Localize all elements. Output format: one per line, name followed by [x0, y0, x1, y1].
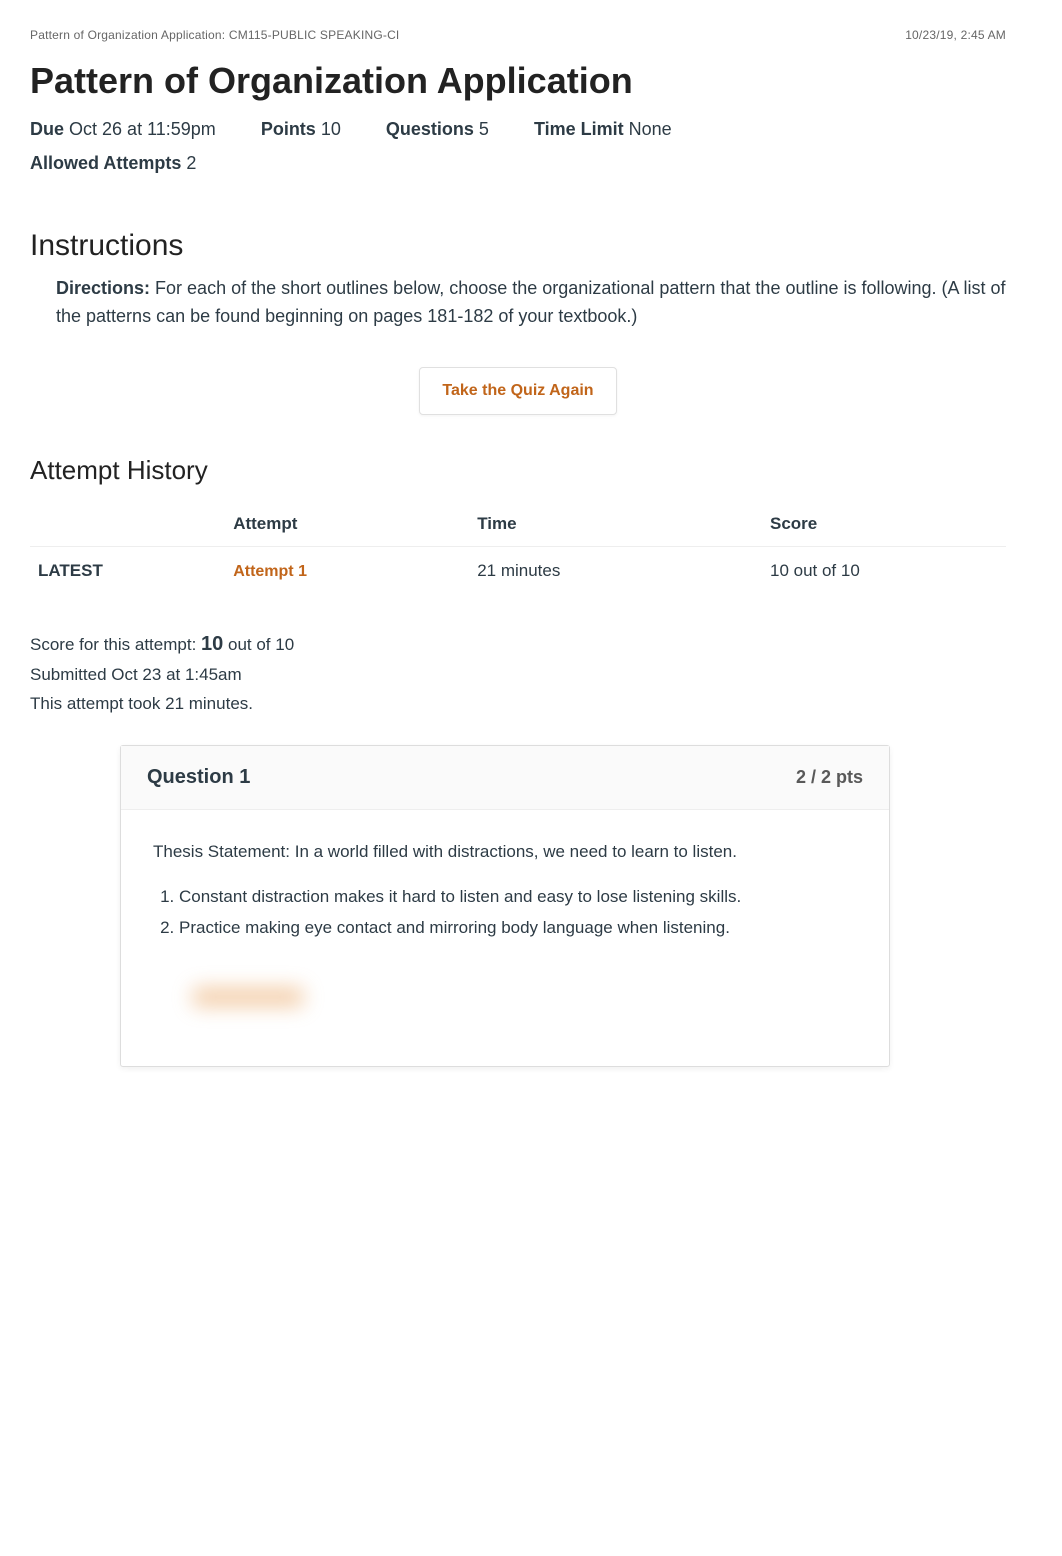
meta-points-value: 10	[321, 119, 341, 139]
duration-line: This attempt took 21 minutes.	[30, 690, 1006, 719]
meta-questions-label: Questions	[386, 119, 474, 139]
instructions-heading: Instructions	[30, 229, 1006, 263]
col-blank	[30, 504, 225, 547]
question-body: Thesis Statement: In a world filled with…	[121, 810, 889, 1066]
list-item: Constant distraction makes it hard to li…	[179, 883, 857, 910]
quiz-meta: Due Oct 26 at 11:59pm Points 10 Question…	[30, 112, 1006, 180]
question-points: 2 / 2 pts	[796, 767, 863, 788]
attempt-link[interactable]: Attempt 1	[233, 563, 307, 580]
question-card: Question 1 2 / 2 pts Thesis Statement: I…	[120, 745, 890, 1067]
col-score: Score	[762, 504, 1006, 547]
meta-timelimit-value: None	[629, 119, 672, 139]
meta-attempts-label: Allowed Attempts	[30, 153, 181, 173]
question-header: Question 1 2 / 2 pts	[121, 746, 889, 810]
score-value: 10	[201, 633, 223, 655]
attempt-history-table: Attempt Time Score LATEST Attempt 1 21 m…	[30, 504, 1006, 595]
meta-due: Due Oct 26 at 11:59pm	[30, 112, 216, 146]
attempt-time: 21 minutes	[469, 547, 762, 596]
latest-badge: LATEST	[30, 547, 225, 596]
instructions-text: For each of the short outlines below, ch…	[56, 278, 1006, 326]
attempt-history-heading: Attempt History	[30, 455, 1006, 486]
meta-points: Points 10	[261, 112, 341, 146]
header-left: Pattern of Organization Application: CM1…	[30, 28, 399, 42]
list-item: Practice making eye contact and mirrorin…	[179, 914, 857, 941]
meta-attempts: Allowed Attempts 2	[30, 146, 196, 180]
meta-points-label: Points	[261, 119, 316, 139]
score-post: out of 10	[223, 635, 294, 654]
instructions-body: Directions: For each of the short outlin…	[56, 275, 1006, 331]
divider	[30, 200, 1006, 201]
score-pre: Score for this attempt:	[30, 635, 201, 654]
score-line: Score for this attempt: 10 out of 10	[30, 627, 1006, 661]
score-summary: Score for this attempt: 10 out of 10 Sub…	[30, 627, 1006, 719]
quiz-title: Pattern of Organization Application	[30, 60, 1006, 102]
meta-attempts-value: 2	[186, 153, 196, 173]
table-row: LATEST Attempt 1 21 minutes 10 out of 10	[30, 547, 1006, 596]
blurred-answer	[193, 988, 303, 1006]
meta-timelimit: Time Limit None	[534, 112, 672, 146]
meta-questions: Questions 5	[386, 112, 489, 146]
col-attempt: Attempt	[225, 504, 469, 547]
meta-questions-value: 5	[479, 119, 489, 139]
instructions-label: Directions:	[56, 278, 150, 298]
thesis-statement: Thesis Statement: In a world filled with…	[153, 838, 857, 865]
meta-due-value: Oct 26 at 11:59pm	[69, 119, 216, 139]
col-time: Time	[469, 504, 762, 547]
meta-timelimit-label: Time Limit	[534, 119, 624, 139]
meta-due-label: Due	[30, 119, 64, 139]
attempt-score: 10 out of 10	[762, 547, 1006, 596]
question-title: Question 1	[147, 766, 250, 789]
submitted-line: Submitted Oct 23 at 1:45am	[30, 661, 1006, 690]
page-running-header: Pattern of Organization Application: CM1…	[30, 28, 1006, 42]
header-right: 10/23/19, 2:45 AM	[905, 28, 1006, 42]
take-quiz-again-button[interactable]: Take the Quiz Again	[419, 367, 616, 415]
